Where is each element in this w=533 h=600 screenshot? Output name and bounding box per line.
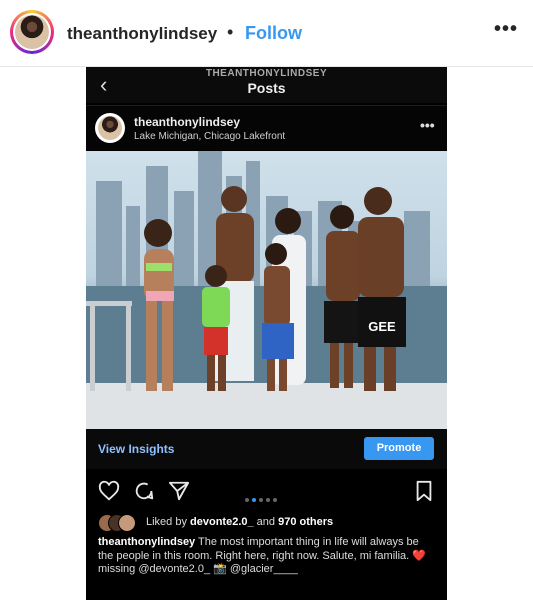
liker-avatar — [118, 514, 136, 532]
boat-rail — [90, 301, 95, 391]
promote-button[interactable]: Promote — [364, 437, 434, 460]
post-actions — [86, 471, 447, 509]
carousel-dot — [273, 498, 277, 502]
post-photo[interactable]: GEE — [86, 151, 447, 429]
likes-row[interactable]: Liked by devonte2.0_ and 970 others — [98, 514, 438, 534]
carousel-dot-active — [252, 498, 256, 502]
post-avatar-image — [98, 116, 122, 140]
posts-top-bar: ‹ THEANTHONYLINDSEY Posts — [86, 67, 447, 103]
post-more-icon[interactable]: ••• — [420, 117, 435, 133]
carousel-dot — [245, 498, 249, 502]
avatar-ring-inner — [13, 13, 51, 51]
share-icon[interactable] — [168, 480, 190, 502]
carousel-dot — [259, 498, 263, 502]
view-insights-link[interactable]: View Insights — [98, 442, 174, 456]
bookmark-icon[interactable] — [413, 480, 435, 502]
post-username[interactable]: theanthonylindsey — [134, 115, 240, 129]
liked-by-user[interactable]: devonte2.0_ — [190, 516, 254, 528]
likes-prefix: Liked by — [146, 516, 191, 528]
carousel-dot — [266, 498, 270, 502]
follow-button[interactable]: Follow — [245, 23, 302, 44]
post-location[interactable]: Lake Michigan, Chicago Lakefront — [134, 131, 285, 142]
likes-count[interactable]: 970 others — [278, 516, 333, 528]
heart-icon[interactable] — [98, 480, 120, 502]
avatar-image — [15, 15, 49, 49]
likes-and: and — [253, 516, 279, 528]
caption-username[interactable]: theanthonylindsey — [98, 536, 195, 548]
posts-kicker: THEANTHONYLINDSEY — [205, 68, 328, 79]
post-caption: theanthonylindsey The most important thi… — [98, 536, 434, 577]
outer-post-header: theanthonylindsey • Follow ••• — [0, 0, 533, 67]
post-avatar[interactable] — [95, 113, 125, 143]
comment-icon[interactable] — [133, 480, 155, 502]
swim-trunks-text: GEE — [368, 319, 396, 334]
posts-title: Posts — [247, 80, 286, 96]
family-boat-photo: GEE — [86, 151, 447, 429]
insights-bar: View Insights Promote — [86, 429, 447, 469]
more-options-icon[interactable]: ••• — [494, 18, 518, 41]
separator-dot: • — [227, 22, 234, 42]
carousel-dots — [245, 489, 280, 507]
embedded-screenshot: ‹ THEANTHONYLINDSEY Posts theanthonylind… — [86, 67, 447, 600]
likes-text: Liked by devonte2.0_ and 970 others — [146, 516, 333, 528]
profile-avatar[interactable] — [10, 10, 54, 54]
post-header: theanthonylindsey Lake Michigan, Chicago… — [86, 105, 447, 150]
outer-username[interactable]: theanthonylindsey — [67, 24, 217, 44]
